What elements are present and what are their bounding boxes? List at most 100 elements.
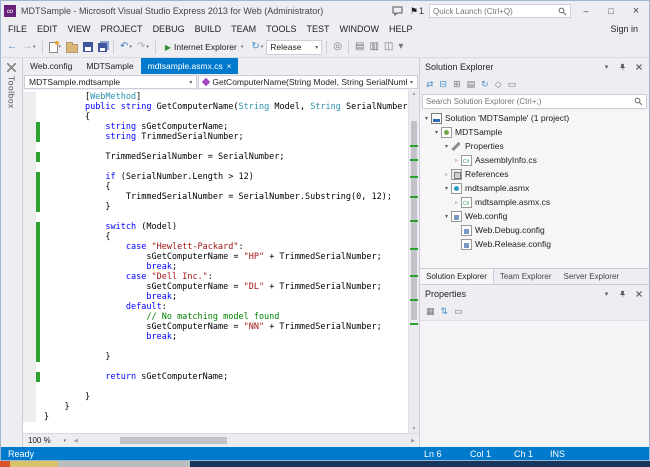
glyph-margin[interactable] [23,112,36,122]
menu-test[interactable]: TEST [301,24,334,34]
sync-with-active-document-icon[interactable]: ⇄ [426,80,434,89]
menu-project[interactable]: PROJECT [96,24,148,34]
code-line[interactable]: string sGetComputerName; [23,122,408,132]
code-line[interactable]: string TrimmedSerialNumber; [23,132,408,142]
browser-refresh-icon[interactable]: ↻▾ [249,39,265,56]
expander-icon[interactable] [452,157,461,164]
solution-explorer-panel-icon[interactable]: ▤ [353,39,366,56]
glyph-margin[interactable] [23,332,36,342]
menu-view[interactable]: VIEW [63,24,96,34]
glyph-margin[interactable] [23,252,36,262]
code-lines[interactable]: [WebMethod] public string GetComputerNam… [23,90,408,433]
tree-item[interactable]: mdtsample.asmx [420,181,649,195]
code-line[interactable]: break; [23,332,408,342]
glyph-margin[interactable] [23,212,36,222]
glyph-margin[interactable] [23,122,36,132]
code-line[interactable]: { [23,232,408,242]
glyph-margin[interactable] [23,402,36,412]
expander-icon[interactable] [452,199,461,206]
code-line[interactable]: [WebMethod] [23,92,408,102]
code-line[interactable] [23,142,408,152]
hscroll-thumb[interactable] [120,437,227,444]
glyph-margin[interactable] [23,202,36,212]
tree-item[interactable]: Web.Release.config [420,237,649,251]
view-code-icon[interactable]: ◇ [495,80,502,89]
tree-item[interactable]: Web.Debug.config [420,223,649,237]
code-line[interactable]: case "Dell Inc.": [23,272,408,282]
code-line[interactable] [23,162,408,172]
menu-tools[interactable]: TOOLS [261,24,301,34]
tab-web.config[interactable]: Web.config [23,58,79,74]
glyph-margin[interactable] [23,302,36,312]
code-line[interactable]: } [23,352,408,362]
code-line[interactable]: TrimmedSerialNumber = SerialNumber; [23,152,408,162]
object-browser-icon[interactable]: ◫ [382,39,395,56]
tab-mdtsample.asmx.cs[interactable]: mdtsample.asmx.cs× [141,58,239,74]
glyph-margin[interactable] [23,132,36,142]
expander-icon[interactable] [442,171,451,178]
panel-tab-solution-explorer[interactable]: Solution Explorer [420,269,494,284]
code-line[interactable]: public string GetComputerName(String Mod… [23,102,408,112]
glyph-margin[interactable] [23,372,36,382]
new-file-icon[interactable]: ▾ [47,39,64,56]
glyph-margin[interactable] [23,242,36,252]
close-panel-icon[interactable] [633,63,644,71]
close-panel-icon[interactable] [633,290,644,298]
code-line[interactable] [23,362,408,372]
pin-icon[interactable] [617,63,628,72]
open-file-icon[interactable] [64,39,80,56]
glyph-margin[interactable] [23,162,36,172]
glyph-margin[interactable] [23,92,36,102]
close-tab-icon[interactable]: × [227,62,232,71]
quick-launch-input[interactable] [433,7,556,16]
tree-item[interactable]: Solution 'MDTSample' (1 project) [420,111,649,125]
scroll-left-icon[interactable]: ◀ [74,435,78,446]
code-line[interactable]: { [23,112,408,122]
chevron-down-icon[interactable]: ▾ [59,44,62,50]
categorized-icon[interactable]: ▦ [426,307,435,316]
tree-item[interactable]: AssemblyInfo.cs [420,153,649,167]
expander-icon[interactable] [442,143,451,150]
menu-build[interactable]: BUILD [190,24,227,34]
chevron-down-icon[interactable]: ▾ [129,44,132,50]
navigate-backward-icon[interactable]: ← [5,39,19,56]
notifications-flag-icon[interactable]: 1 [410,6,424,17]
expander-icon[interactable] [432,129,441,136]
code-line[interactable]: default: [23,302,408,312]
glyph-margin[interactable] [23,172,36,182]
refresh-icon[interactable]: ↻ [481,80,489,89]
undo-icon[interactable]: ↶▾ [118,39,134,56]
glyph-margin[interactable] [23,232,36,242]
navigate-forward-icon[interactable]: →▾ [20,39,38,56]
code-line[interactable]: } [23,392,408,402]
solution-search-input[interactable] [426,97,632,106]
properties-window-icon[interactable]: ▥ [367,39,380,56]
pending-changes-filter-icon[interactable]: ⊞ [453,80,461,89]
alphabetical-icon[interactable]: ⇅ [441,307,449,316]
zoom-combobox[interactable]: 100 % [25,435,69,447]
glyph-margin[interactable] [23,222,36,232]
glyph-margin[interactable] [23,342,36,352]
start-debug-button[interactable]: ▶Internet Explorer▾ [160,39,249,56]
glyph-margin[interactable] [23,182,36,192]
tree-item[interactable]: Web.config [420,209,649,223]
chevron-down-icon[interactable]: ▾ [241,44,244,50]
tab-mdtsample[interactable]: MDTSample [79,58,140,74]
glyph-margin[interactable] [23,142,36,152]
code-line[interactable]: { [23,182,408,192]
code-line[interactable]: return sGetComputerName; [23,372,408,382]
panel-tab-server-explorer[interactable]: Server Explorer [558,269,626,284]
code-line[interactable]: break; [23,292,408,302]
tree-item[interactable]: References [420,167,649,181]
show-all-files-icon[interactable]: ▤ [467,80,476,89]
code-line[interactable]: break; [23,262,408,272]
code-line[interactable]: case "Hewlett-Packard": [23,242,408,252]
scroll-down-icon[interactable]: ▼ [409,426,419,432]
glyph-margin[interactable] [23,102,36,112]
tree-item[interactable]: Properties [420,139,649,153]
glyph-margin[interactable] [23,292,36,302]
properties-icon[interactable]: ▭ [508,80,517,89]
menu-team[interactable]: TEAM [226,24,261,34]
save-icon[interactable] [81,39,95,56]
glyph-margin[interactable] [23,362,36,372]
